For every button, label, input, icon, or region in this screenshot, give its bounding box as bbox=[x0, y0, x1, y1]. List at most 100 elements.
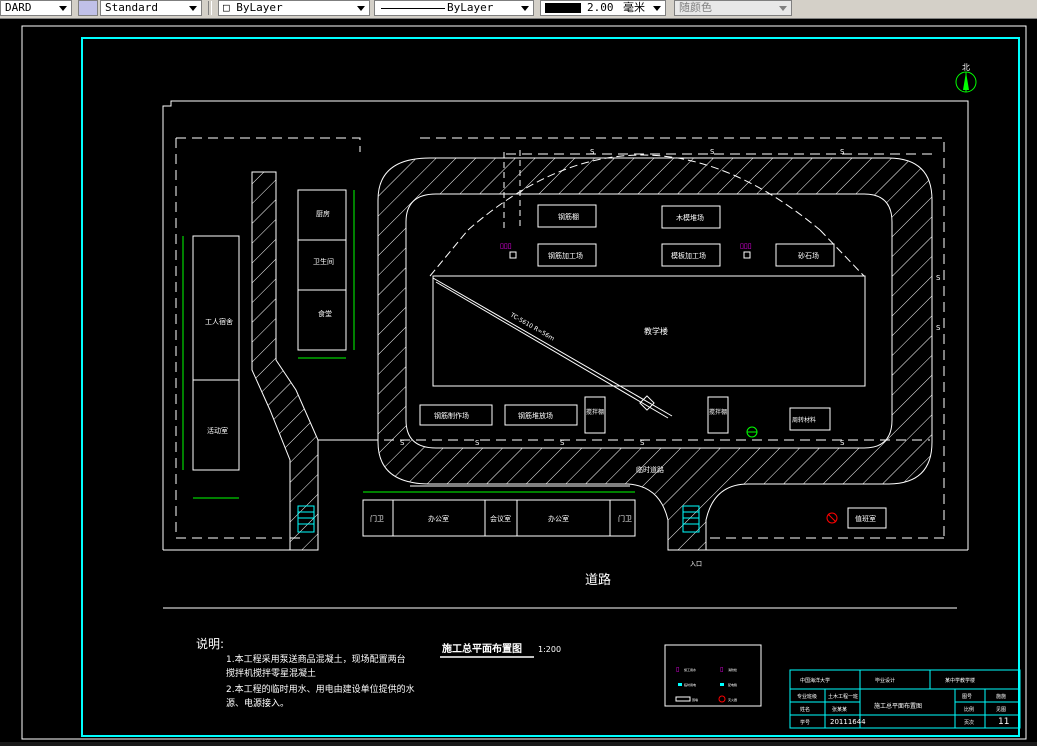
tb-drawing-no-label: 图号 bbox=[962, 694, 972, 700]
road-label: 道路 bbox=[585, 572, 611, 588]
drawing-canvas[interactable]: 北 工人宿舍 活动室 厨房 卫生间 食堂 钢筋棚 木模堆场 钢筋加工场 模板加工… bbox=[0, 18, 1037, 746]
toolbar-separator bbox=[208, 1, 212, 15]
notes-line-3: 2.本工程的临时用水、用电由建设单位提供的水 bbox=[226, 683, 415, 695]
legend-item-6: 灭火器 bbox=[728, 698, 737, 702]
steel-shed-label: 钢筋棚 bbox=[558, 212, 579, 221]
dim-style-value: Standard bbox=[105, 1, 158, 14]
linetype-value: ByLayer bbox=[447, 1, 494, 14]
mixer-1-label: 搅拌棚 bbox=[586, 408, 604, 416]
tb-id-label: 学号 bbox=[800, 719, 810, 726]
formwork-processing-label: 模板加工场 bbox=[671, 251, 706, 260]
lineweight-dropdown[interactable]: 2.00 毫米 bbox=[540, 0, 666, 16]
tb-scale-value: 见图 bbox=[996, 707, 1006, 713]
layer-dropdown[interactable]: □ ByLayer bbox=[218, 0, 370, 16]
notes-line-2: 搅拌机搅拌零星混凝土 bbox=[226, 667, 316, 679]
tb-scale-label: 比例 bbox=[964, 706, 974, 713]
plot-style-dropdown[interactable]: 随颜色 bbox=[674, 0, 792, 16]
gate-left-label: 门卫 bbox=[370, 514, 384, 523]
dining-label: 食堂 bbox=[318, 309, 332, 318]
properties-toolbar: DARD Standard □ ByLayer ByLayer 2.00 毫米 … bbox=[0, 0, 1037, 19]
tb-drawing-name: 施工总平面布置图 bbox=[874, 702, 922, 710]
tower-crane: TC-5610 R=56m bbox=[432, 277, 673, 419]
svg-text:▯▯▯: ▯▯▯ bbox=[500, 242, 512, 250]
linetype-dropdown[interactable]: ByLayer bbox=[374, 0, 534, 16]
reception-label: 会议室 bbox=[490, 514, 511, 523]
tb-name-label: 姓名 bbox=[800, 706, 810, 713]
mixer-shed-1: 搅拌棚 bbox=[584, 396, 606, 434]
tb-name-value: 张某某 bbox=[832, 706, 847, 713]
chevron-down-icon bbox=[653, 6, 661, 11]
legend-item-2: 消防栓 bbox=[728, 667, 737, 672]
steel-processing: 钢筋加工场 bbox=[537, 243, 597, 267]
notes-heading: 说明: bbox=[196, 636, 224, 651]
precast-yard-1: 钢筋制作场 bbox=[419, 404, 493, 426]
plot-style-value: 随颜色 bbox=[679, 1, 712, 14]
water-marker: S bbox=[590, 148, 595, 156]
chevron-down-icon bbox=[779, 6, 787, 11]
notes-line-1: 1.本工程采用泵送商品混凝土，现场配置两台 bbox=[226, 653, 406, 665]
tb-major-value: 土木工程一班 bbox=[828, 693, 858, 700]
title-block: 中国海洋大学 毕业设计 某中学教学楼 专业班级 土木工程一班 施工总平面布置图 … bbox=[789, 669, 1021, 729]
precast-yard-2-label: 钢筋堆放场 bbox=[518, 411, 553, 420]
layer-text: ByLayer bbox=[236, 1, 283, 14]
water-marker: S bbox=[475, 439, 480, 447]
drawing-title: 施工总平面布置图 1:200 bbox=[440, 642, 561, 658]
tb-major-label: 专业班级 bbox=[797, 693, 817, 700]
tb-sheet-value: 11 bbox=[998, 717, 1009, 727]
office-2-label: 办公室 bbox=[548, 514, 569, 523]
kitchen-label: 厨房 bbox=[316, 209, 330, 218]
temp-road-label: 临时道路 bbox=[636, 465, 664, 474]
ring-road-hatch bbox=[377, 157, 933, 551]
notes-block: 说明: 1.本工程采用泵送商品混凝土，现场配置两台 搅拌机搅拌零星混凝土 2.本… bbox=[196, 636, 415, 709]
drawing-title-text: 施工总平面布置图 bbox=[442, 642, 522, 655]
worker-dorm-block: 工人宿舍 活动室 bbox=[182, 235, 240, 499]
drawing-title-scale: 1:200 bbox=[538, 645, 561, 654]
formwork-processing: 模板加工场 bbox=[661, 243, 721, 267]
inner-frame bbox=[81, 37, 1020, 737]
lineweight-unit: 毫米 bbox=[623, 1, 645, 14]
dim-style-dropdown[interactable]: Standard bbox=[100, 0, 202, 16]
svg-text:▯: ▯ bbox=[676, 666, 679, 673]
water-marker: S bbox=[710, 148, 715, 156]
precast-yard-2: 钢筋堆放场 bbox=[504, 404, 578, 426]
tb-sheet-label: 页次 bbox=[964, 719, 974, 726]
north-arrow: 北 bbox=[955, 63, 977, 93]
steel-shed: 钢筋棚 bbox=[537, 204, 597, 228]
text-style-dropdown[interactable]: DARD bbox=[0, 0, 72, 16]
teaching-building: 教学楼 bbox=[432, 275, 866, 387]
office-1-label: 办公室 bbox=[428, 514, 449, 523]
linetype-preview bbox=[381, 8, 445, 9]
outer-frame bbox=[21, 25, 1027, 740]
tb-school: 中国海洋大学 bbox=[800, 677, 830, 684]
legend-item-5: 围墙 bbox=[692, 697, 698, 702]
tb-dept: 毕业设计 bbox=[875, 677, 895, 684]
water-marker: S bbox=[936, 274, 941, 282]
chevron-down-icon bbox=[189, 6, 197, 11]
sand-stone-label: 砂石场 bbox=[798, 251, 819, 260]
turnover-label: 周转材料 bbox=[792, 416, 816, 424]
legend-item-3: 临时用电 bbox=[684, 682, 696, 687]
chevron-down-icon bbox=[59, 6, 67, 11]
svg-text:▯: ▯ bbox=[720, 666, 723, 673]
activity-room-label: 活动室 bbox=[207, 426, 228, 435]
tb-project: 某中学教学楼 bbox=[945, 677, 975, 684]
hydrant-marker bbox=[746, 426, 758, 438]
chevron-down-icon bbox=[521, 6, 529, 11]
dim-style-icon[interactable] bbox=[78, 0, 98, 16]
precast-yard-1-label: 钢筋制作场 bbox=[434, 411, 469, 420]
legend-item-4: 配电箱 bbox=[728, 682, 737, 687]
status-strip bbox=[0, 742, 1037, 746]
svg-text:▯▯▯: ▯▯▯ bbox=[740, 242, 752, 250]
turnover-yard: 周转材料 bbox=[789, 407, 831, 431]
layer-value: □ ByLayer bbox=[223, 1, 283, 15]
access-road-hatch bbox=[251, 171, 319, 551]
formwork-stack-label: 木模堆场 bbox=[676, 213, 704, 222]
guard-room-label: 值班室 bbox=[855, 514, 876, 523]
worker-dorm-label: 工人宿舍 bbox=[205, 317, 233, 326]
entrance-label: 入口 bbox=[690, 561, 702, 568]
formwork-stack: 木模堆场 bbox=[661, 205, 721, 229]
guard-room: 值班室 bbox=[826, 507, 887, 529]
lineweight-preview bbox=[545, 3, 581, 13]
tb-drawing-no: 施施 bbox=[996, 693, 1006, 700]
sand-stone: 砂石场 bbox=[775, 243, 835, 267]
